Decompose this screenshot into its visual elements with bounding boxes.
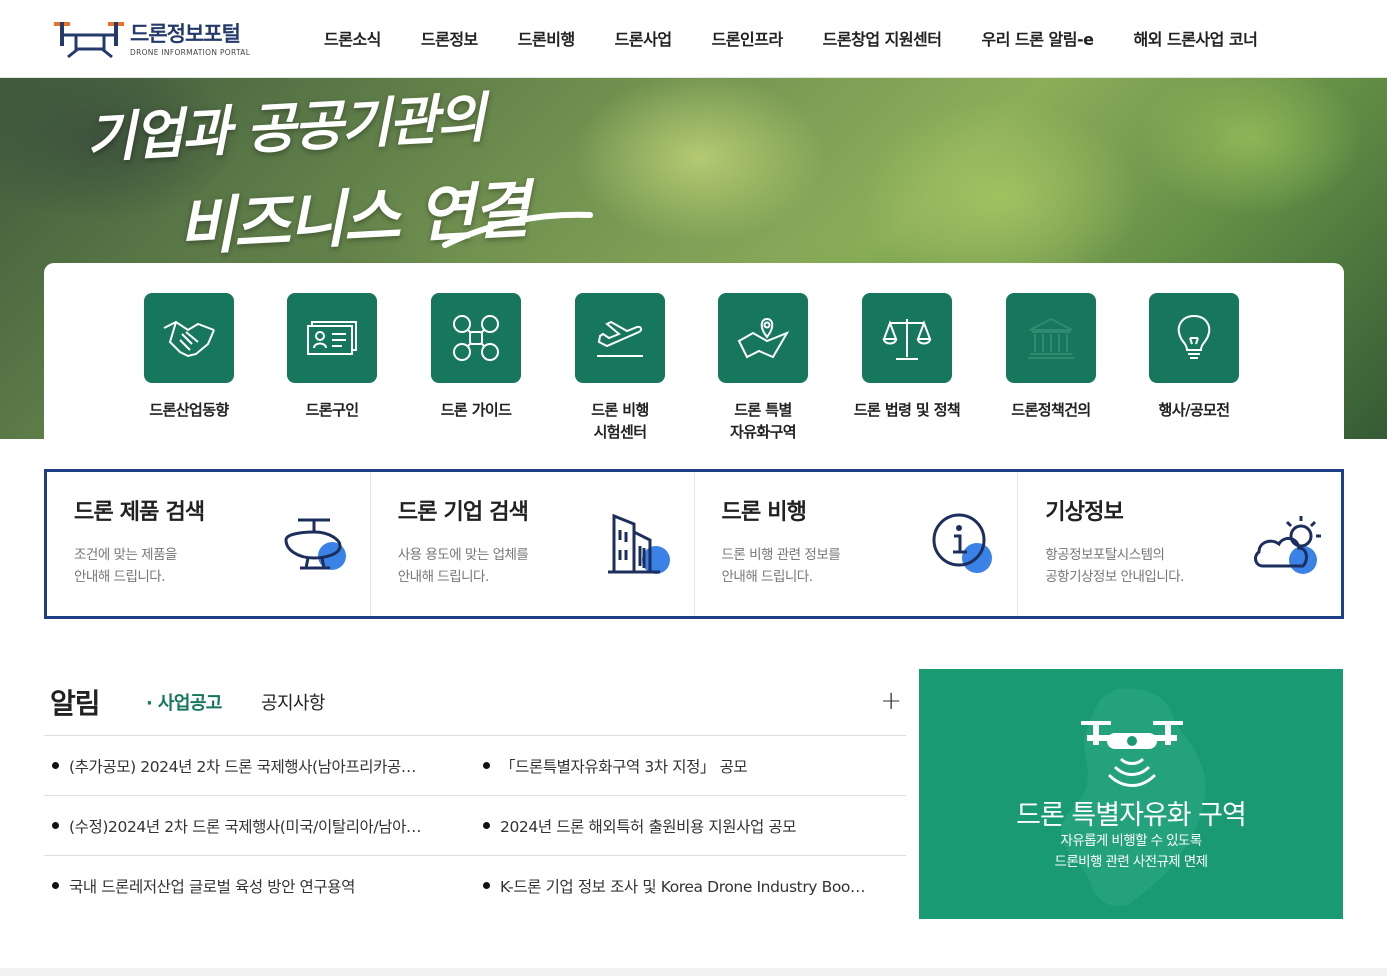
quick-item-special-free-zone[interactable]: 드론 특별 자유화구역 xyxy=(691,293,835,443)
list-item: (수정)2024년 2차 드론 국제행사(미국/이탈리아/남아… 2024년 드… xyxy=(44,796,906,856)
quick-item-policy-suggestion[interactable]: 드론정책건의 xyxy=(979,293,1123,421)
quick-label: 드론 가이드 xyxy=(440,401,512,419)
promo-title: 드론 특별자유화 구역 xyxy=(1016,800,1247,831)
notice-link[interactable]: 「드론특별자유화구역 3차 지정」 공모 xyxy=(483,755,893,777)
drone-company-search[interactable]: 드론 기업 검색 사용 용도에 맞는 업체를 안내해 드립니다. xyxy=(371,472,695,616)
map-pin-icon xyxy=(718,293,808,383)
notice-header: 알림 · 사업공고 공지사항 + xyxy=(44,668,906,736)
weather-info[interactable]: 기상정보 항공정보포탈시스템의 공항기상정보 안내입니다. xyxy=(1018,472,1341,616)
special-zone-banner[interactable]: 드론 특별자유화 구역 자유롭게 비행할 수 있도록 드론비행 관련 사전규제 면… xyxy=(919,669,1343,919)
notice-link[interactable]: 국내 드론레저산업 글로벌 육성 방안 연구용역 xyxy=(52,875,452,897)
hero-line-1: 기업과 공공기관의 xyxy=(84,85,486,170)
promo-desc: 자유롭게 비행할 수 있도록 드론비행 관련 사전규제 면제 xyxy=(1054,833,1209,870)
nav-overseas-corner[interactable]: 해외 드론사업 코너 xyxy=(1133,26,1257,50)
nav-drone-info[interactable]: 드론정보 xyxy=(421,26,478,50)
quick-label: 드론 법령 및 정책 xyxy=(853,401,961,419)
quick-label: 드론산업동향 xyxy=(149,401,229,419)
quick-label: 드론정책건의 xyxy=(1011,401,1091,419)
quick-label: 드론 특별 자유화구역 xyxy=(729,401,797,441)
notice-link[interactable]: K-드론 기업 정보 조사 및 Korea Drone Industry Boo… xyxy=(483,875,893,897)
notice-link[interactable]: 2024년 드론 해외특허 출원비용 지원사업 공모 xyxy=(483,815,893,837)
info-icon xyxy=(932,513,993,573)
drone-icon xyxy=(431,293,521,383)
nav-drone-alert[interactable]: 우리 드론 알림-e xyxy=(982,26,1094,50)
airplane-takeoff-icon xyxy=(575,293,665,383)
more-plus-icon[interactable]: + xyxy=(880,686,902,716)
building-icon xyxy=(607,513,670,574)
quick-item-events-contest[interactable]: 행사/공모전 xyxy=(1122,293,1266,421)
quick-item-drone-jobs[interactable]: 드론구인 xyxy=(260,293,404,421)
main-nav: 드론소식 드론정보 드론비행 드론사업 드론인프라 드론창업 지원센터 우리 드… xyxy=(304,26,1277,50)
nav-drone-business[interactable]: 드론사업 xyxy=(615,26,672,50)
quick-label: 드론구인 xyxy=(305,401,359,419)
nav-drone-flight[interactable]: 드론비행 xyxy=(518,26,575,50)
quick-item-flight-test-center[interactable]: 드론 비행 시험센터 xyxy=(548,293,692,443)
quick-label: 행사/공모전 xyxy=(1158,401,1230,419)
logo-subtitle: DRONE INFORMATION PORTAL xyxy=(130,47,251,57)
logo-title: 드론정보포털 xyxy=(130,21,241,46)
quick-item-industry-trend[interactable]: 드론산업동향 xyxy=(117,293,261,421)
id-card-icon xyxy=(287,293,377,383)
quick-menu: 드론산업동향 드론구인 드론 가이드 드론 비행 시험센터 드론 특별 자유화구… xyxy=(44,263,1344,441)
brush-swoosh-icon xyxy=(442,211,593,248)
search-shortcuts: 드론 제품 검색 조건에 맞는 제품을 안내해 드립니다. 드론 기업 검색 사용… xyxy=(44,469,1344,619)
footer-divider xyxy=(0,968,1387,976)
quick-item-drone-guide[interactable]: 드론 가이드 xyxy=(404,293,548,421)
list-item: 국내 드론레저산업 글로벌 육성 방안 연구용역 K-드론 기업 정보 조사 및… xyxy=(44,856,906,916)
nav-drone-news[interactable]: 드론소식 xyxy=(324,26,381,50)
notice-board: 알림 · 사업공고 공지사항 + (추가공모) 2024년 2차 드론 국제행사… xyxy=(44,668,906,916)
site-header: 드론정보포털 DRONE INFORMATION PORTAL 드론소식 드론정… xyxy=(0,0,1387,78)
nav-startup-center[interactable]: 드론창업 지원센터 xyxy=(823,26,942,50)
nav-drone-infra[interactable]: 드론인프라 xyxy=(712,26,784,50)
tab-notices[interactable]: 공지사항 xyxy=(261,689,325,715)
drone-product-icon xyxy=(284,518,346,570)
notice-title: 알림 xyxy=(50,687,101,720)
quick-label: 드론 비행 시험센터 xyxy=(591,401,649,441)
drone-signal-icon xyxy=(1081,721,1183,787)
lightbulb-icon xyxy=(1149,293,1239,383)
notice-link[interactable]: (수정)2024년 2차 드론 국제행사(미국/이탈리아/남아… xyxy=(52,815,452,837)
drone-logo-icon xyxy=(54,22,124,59)
handshake-icon xyxy=(144,293,234,383)
tab-business-announcement[interactable]: · 사업공고 xyxy=(146,689,222,715)
government-building-icon xyxy=(1006,293,1096,383)
drone-product-search[interactable]: 드론 제품 검색 조건에 맞는 제품을 안내해 드립니다. xyxy=(47,472,371,616)
list-item: (추가공모) 2024년 2차 드론 국제행사(남아프리카공… 「드론특별자유화… xyxy=(44,736,906,796)
scales-icon xyxy=(862,293,952,383)
site-logo[interactable]: 드론정보포털 DRONE INFORMATION PORTAL xyxy=(54,18,264,60)
notice-link[interactable]: (추가공모) 2024년 2차 드론 국제행사(남아프리카공… xyxy=(52,755,452,777)
quick-item-law-policy[interactable]: 드론 법령 및 정책 xyxy=(835,293,979,421)
drone-flight-info[interactable]: 드론 비행 드론 비행 관련 정보를 안내해 드립니다. xyxy=(695,472,1019,616)
weather-icon xyxy=(1254,516,1321,574)
